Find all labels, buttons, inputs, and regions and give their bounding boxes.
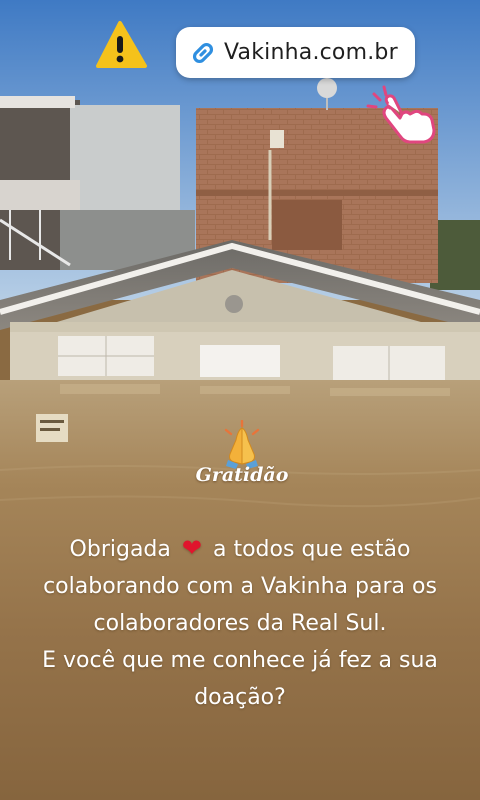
praying-hands-icon <box>224 420 260 469</box>
caption-thanks: Obrigada <box>69 537 171 562</box>
gratitude-label: Gratidão <box>195 464 289 486</box>
story-caption: Obrigada ❤ a todos que estão colaborando… <box>20 530 460 716</box>
link-sticker[interactable]: Vakinha.com.br <box>176 27 415 78</box>
heart-icon: ❤ <box>181 534 202 562</box>
caption-line-5: doação? <box>194 685 286 710</box>
story-screen: Vakinha.com.br Gratidão Obrigada ❤ a tod… <box>0 0 480 800</box>
caption-line-1-rest: a todos que estão <box>213 537 411 562</box>
warning-icon <box>96 21 147 68</box>
tap-hand-icon <box>366 85 436 144</box>
caption-line-1: Obrigada ❤ a todos que estão <box>20 530 460 568</box>
caption-line-4: E você que me conhece já fez a sua <box>42 648 438 673</box>
link-url-label: Vakinha.com.br <box>224 40 398 65</box>
caption-line-3: colaboradores da Real Sul. <box>93 611 387 636</box>
caption-line-2: colaborando com a Vakinha para os <box>43 574 437 599</box>
gratitude-sticker: Gratidão <box>192 420 292 496</box>
link-icon <box>192 42 214 63</box>
